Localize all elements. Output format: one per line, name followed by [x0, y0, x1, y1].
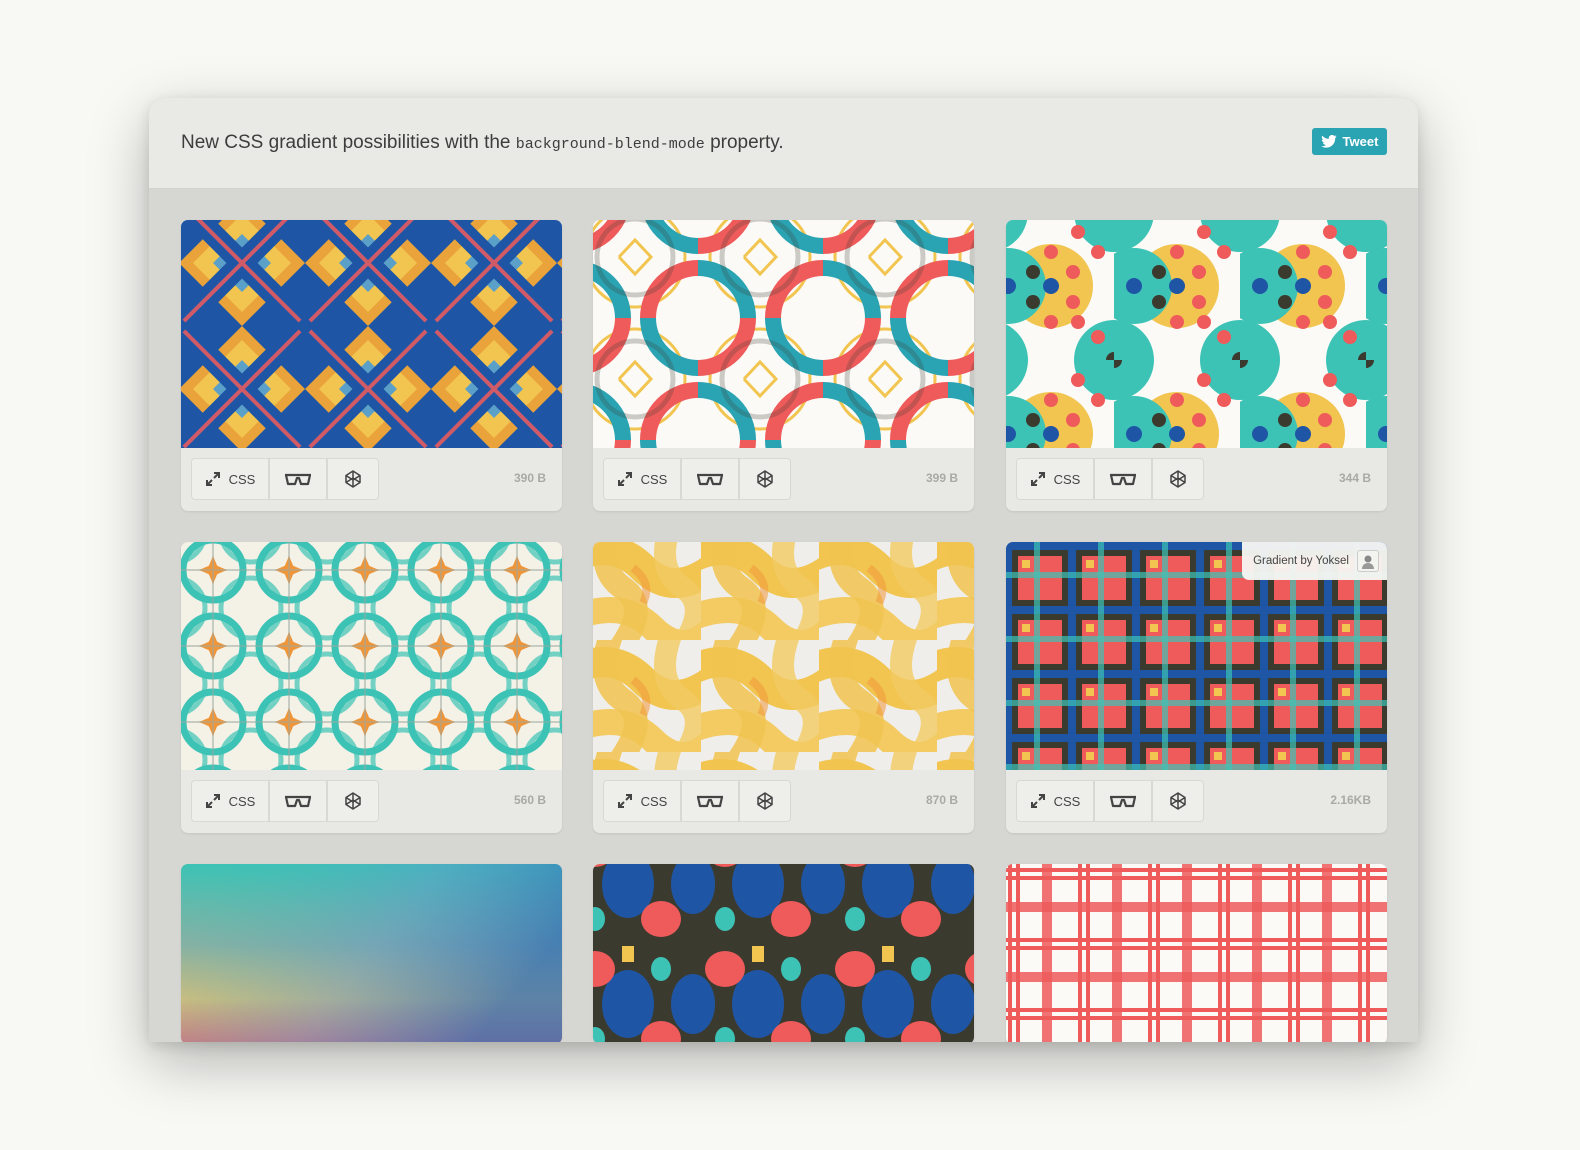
codepen-icon: [756, 470, 774, 488]
css-label: CSS: [640, 471, 668, 487]
gradient-preview-3[interactable]: [1006, 220, 1387, 448]
css-label: CSS: [640, 793, 668, 809]
css-button[interactable]: CSS: [603, 780, 681, 822]
gradient-card-8: [593, 864, 974, 1042]
file-size: 399 B: [925, 471, 958, 485]
preview-button[interactable]: [681, 780, 739, 822]
css-label: CSS: [228, 471, 256, 487]
codepen-icon: [756, 792, 774, 810]
preview-button[interactable]: [681, 458, 739, 500]
gradient-preview-6[interactable]: Gradient by Yoksel: [1006, 542, 1387, 770]
file-size: 344 B: [1338, 471, 1371, 485]
app-window: New CSS gradient possibilities with the …: [149, 98, 1418, 1042]
codepen-icon: [344, 470, 362, 488]
card-toolbar: CSS 560 B: [181, 770, 562, 833]
gradient-card-1: CSS 390 B: [181, 220, 562, 511]
codepen-icon: [1169, 470, 1187, 488]
twitter-icon: [1320, 135, 1337, 148]
gradient-card-5: CSS 870 B: [593, 542, 974, 833]
css-button[interactable]: CSS: [603, 458, 681, 500]
expand-icon: [617, 793, 633, 809]
author-badge[interactable]: Gradient by Yoksel: [1242, 542, 1387, 580]
gradient-card-7: [181, 864, 562, 1042]
file-size: 390 B: [513, 471, 546, 485]
css-label: CSS: [1053, 471, 1081, 487]
gradient-card-9: [1006, 864, 1387, 1042]
author-label: Gradient by Yoksel: [1253, 555, 1349, 567]
css-button[interactable]: CSS: [191, 458, 269, 500]
file-size: 870 B: [925, 793, 958, 807]
gradient-preview-7[interactable]: [181, 864, 562, 1042]
glasses-icon: [1109, 472, 1137, 486]
codepen-button[interactable]: [327, 780, 379, 822]
gradient-card-4: CSS 560 B: [181, 542, 562, 833]
codepen-button[interactable]: [739, 780, 791, 822]
css-button[interactable]: CSS: [1016, 458, 1094, 500]
codepen-button[interactable]: [739, 458, 791, 500]
card-toolbar: CSS 390 B: [181, 448, 562, 511]
avatar: [1357, 550, 1379, 572]
codepen-button[interactable]: [327, 458, 379, 500]
expand-icon: [205, 471, 221, 487]
tweet-button[interactable]: Tweet: [1312, 128, 1387, 155]
gradient-preview-9[interactable]: [1006, 864, 1387, 1042]
card-toolbar: CSS 399 B: [593, 448, 974, 511]
glasses-icon: [284, 472, 312, 486]
preview-button[interactable]: [1094, 780, 1152, 822]
codepen-button[interactable]: [1152, 458, 1204, 500]
preview-button[interactable]: [269, 458, 327, 500]
page-title: New CSS gradient possibilities with the …: [181, 132, 784, 154]
codepen-icon: [344, 792, 362, 810]
gradient-preview-1[interactable]: [181, 220, 562, 448]
card-toolbar: CSS 2.16KB: [1006, 770, 1387, 833]
glasses-icon: [696, 794, 724, 808]
glasses-icon: [696, 472, 724, 486]
expand-icon: [1030, 793, 1046, 809]
preview-button[interactable]: [269, 780, 327, 822]
expand-icon: [205, 793, 221, 809]
codepen-icon: [1169, 792, 1187, 810]
gradient-card-6: Gradient by Yoksel CSS 2.16KB: [1006, 542, 1387, 833]
gradient-card-2: CSS 399 B: [593, 220, 974, 511]
codepen-button[interactable]: [1152, 780, 1204, 822]
gradient-preview-5[interactable]: [593, 542, 974, 770]
expand-icon: [617, 471, 633, 487]
card-toolbar: CSS 344 B: [1006, 448, 1387, 511]
gradient-preview-8[interactable]: [593, 864, 974, 1042]
expand-icon: [1030, 471, 1046, 487]
title-text: New CSS gradient possibilities with the: [181, 132, 516, 153]
tweet-label: Tweet: [1342, 134, 1379, 149]
glasses-icon: [284, 794, 312, 808]
gradient-card-3: CSS 344 B: [1006, 220, 1387, 511]
file-size: 2.16KB: [1330, 793, 1371, 807]
header: New CSS gradient possibilities with the …: [149, 98, 1418, 189]
card-toolbar: CSS 870 B: [593, 770, 974, 833]
glasses-icon: [1109, 794, 1137, 808]
title-suffix: property.: [704, 132, 784, 153]
title-code: background-blend-mode: [515, 136, 705, 153]
css-button[interactable]: CSS: [1016, 780, 1094, 822]
css-label: CSS: [1053, 793, 1081, 809]
gradient-preview-4[interactable]: [181, 542, 562, 770]
gradient-preview-2[interactable]: [593, 220, 974, 448]
file-size: 560 B: [513, 793, 546, 807]
preview-button[interactable]: [1094, 458, 1152, 500]
css-button[interactable]: CSS: [191, 780, 269, 822]
css-label: CSS: [228, 793, 256, 809]
